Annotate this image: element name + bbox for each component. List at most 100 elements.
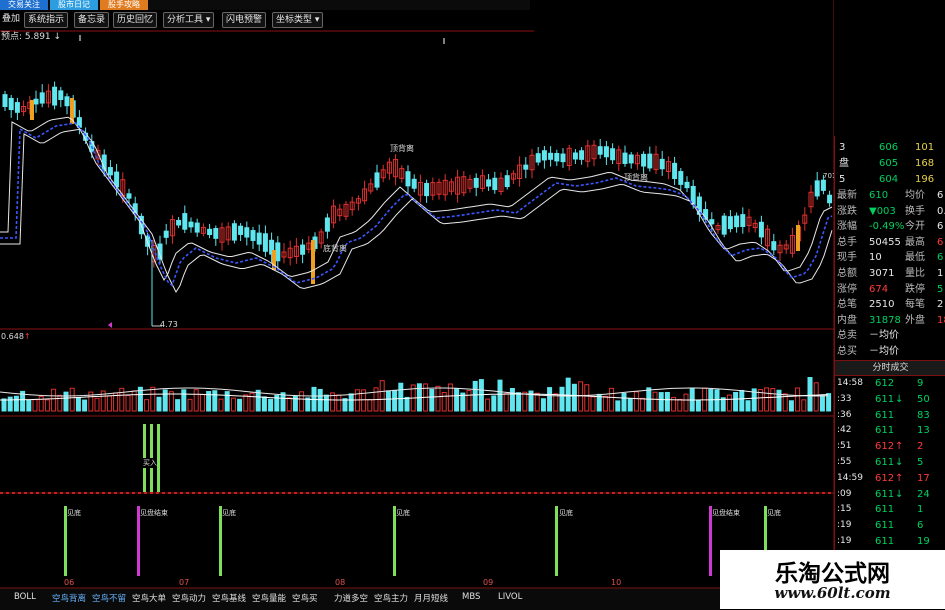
volume-bar bbox=[491, 395, 497, 412]
quote-stat-row: 总额 3071 量比 1 bbox=[835, 266, 945, 281]
stat-value: 6 bbox=[937, 221, 944, 233]
stat-value: 50455 bbox=[869, 236, 901, 248]
volume-bar bbox=[590, 396, 596, 412]
tick-time: :55 bbox=[837, 457, 852, 467]
subchart-arrow: ↑ bbox=[23, 332, 31, 341]
indicator-tab[interactable]: 空鸟不留 bbox=[92, 592, 126, 604]
volume-bar bbox=[664, 391, 670, 412]
indicator-tab[interactable]: 空鸟买 bbox=[292, 592, 318, 604]
quote-stat-row: 总卖 －均价 bbox=[835, 328, 945, 343]
indicator-tab[interactable]: 空鸟背离 bbox=[52, 592, 86, 604]
indicator-tab[interactable]: BOLL bbox=[14, 592, 36, 602]
candle bbox=[560, 153, 566, 163]
volume-bar bbox=[131, 390, 137, 412]
tick-arrow: ↑ bbox=[895, 472, 904, 484]
volume-bar bbox=[305, 397, 311, 412]
indicator-tab[interactable]: LIVOL bbox=[498, 592, 522, 602]
tick-price: 611 bbox=[875, 393, 895, 405]
indicator-tab[interactable]: 空鸟大单 bbox=[132, 592, 166, 604]
tick-row: :19 611 19 bbox=[835, 534, 945, 549]
candle bbox=[535, 153, 541, 163]
highlight-candle bbox=[30, 100, 34, 120]
indicator-tab-bar: BOLL 空鸟背离 空鸟不留 空鸟大单 空鸟动力 空鸟基线 空鸟量能 空鸟买 力道多空 空鸟主力月… bbox=[0, 588, 720, 610]
annotation-top-divergence-1: 顶背离 bbox=[390, 144, 414, 153]
volume-bar bbox=[485, 398, 491, 412]
stat-value: 6 bbox=[937, 252, 944, 264]
stat-value: 610 bbox=[869, 190, 889, 201]
stat-value: -0.49% bbox=[869, 221, 905, 233]
tick-time: :15 bbox=[837, 504, 852, 515]
volume-bar bbox=[398, 382, 404, 412]
candle bbox=[572, 152, 578, 160]
volume-bar bbox=[119, 387, 125, 412]
volume-bar bbox=[534, 392, 540, 412]
stat-value: 31878 bbox=[869, 314, 901, 326]
volume-bar bbox=[633, 391, 639, 412]
volume-bar bbox=[224, 391, 230, 412]
volume-bar bbox=[801, 399, 807, 412]
volume-bar bbox=[435, 385, 441, 412]
order-book-row[interactable]: 3 606 101 bbox=[835, 140, 945, 155]
candle bbox=[411, 178, 417, 189]
quote-stat-row: 涨幅 -0.49% 今开 6 bbox=[835, 219, 945, 234]
volume-bar bbox=[106, 395, 112, 412]
volume-bar bbox=[82, 399, 88, 412]
indicator-tab[interactable]: 空鸟基线 bbox=[212, 592, 246, 604]
stat-label: 内盘 bbox=[837, 314, 857, 326]
highlight-candle bbox=[311, 240, 315, 284]
indicator-tab[interactable]: 空鸟主力 bbox=[374, 592, 408, 604]
ticks-header[interactable]: 分时成交 bbox=[835, 360, 945, 376]
quote-stat-row: 内盘 31878 外盘 185 bbox=[835, 313, 945, 328]
order-level: 5 bbox=[839, 174, 846, 185]
volume-bar bbox=[609, 387, 615, 412]
candle bbox=[250, 230, 256, 241]
candle bbox=[424, 182, 430, 197]
order-volume: 101 bbox=[915, 142, 935, 153]
candle bbox=[188, 221, 194, 228]
candle bbox=[33, 98, 39, 105]
stat-value: 2 bbox=[937, 299, 944, 311]
candle bbox=[597, 146, 603, 155]
stat-label: 涨幅 bbox=[837, 221, 857, 233]
volume-bar bbox=[255, 389, 261, 412]
volume-bar bbox=[739, 389, 745, 412]
tick-volume: 1 bbox=[917, 504, 924, 516]
tick-row: :51 612 ↑ 2 bbox=[835, 439, 945, 454]
order-book-row[interactable]: 5 604 196 bbox=[835, 172, 945, 187]
indicator-tab[interactable]: 月月短线 bbox=[414, 592, 448, 604]
volume-bar bbox=[367, 399, 373, 412]
order-price: 605 bbox=[879, 158, 899, 169]
stat-value: 1 bbox=[937, 268, 944, 279]
candle bbox=[8, 97, 14, 111]
ma-line-blue bbox=[0, 122, 833, 287]
volume-bar bbox=[1, 398, 7, 412]
indicator-tab[interactable]: MBS bbox=[462, 592, 480, 602]
buy-signal-bar bbox=[157, 424, 160, 492]
stat-label: 总笔 bbox=[837, 299, 857, 311]
tick-volume: 17 bbox=[917, 472, 930, 484]
volume-bar bbox=[516, 392, 522, 412]
indicator-tab[interactable]: 力道多空 bbox=[334, 592, 368, 604]
stat-value: －均价 bbox=[869, 346, 899, 357]
tick-price: 611 bbox=[875, 425, 895, 437]
indicator-tab[interactable]: 空鸟量能 bbox=[252, 592, 286, 604]
stat-value: 0.7 bbox=[937, 205, 945, 217]
moving-average-lines bbox=[0, 116, 833, 294]
quote-stat-row: 总买 －均价 bbox=[835, 344, 945, 359]
tick-row: :09 611 ↓ 24 bbox=[835, 487, 945, 502]
candle bbox=[641, 153, 647, 167]
tick-price: 612 bbox=[875, 441, 895, 453]
candle bbox=[300, 244, 306, 255]
stat-label: 涨停 bbox=[837, 283, 857, 295]
volume-bar bbox=[788, 400, 794, 412]
volume-bar bbox=[627, 398, 633, 412]
watermark-title: 乐淘公式网 bbox=[775, 560, 890, 587]
tick-price: 611 bbox=[875, 504, 895, 516]
candle bbox=[647, 153, 653, 169]
kline-chart[interactable] bbox=[0, 0, 834, 590]
indicator-tab[interactable]: 空鸟动力 bbox=[172, 592, 206, 604]
candle bbox=[107, 167, 113, 176]
volume-bar bbox=[571, 383, 577, 412]
order-book-row[interactable]: 盘 605 168 bbox=[835, 156, 945, 171]
candle bbox=[126, 193, 132, 199]
